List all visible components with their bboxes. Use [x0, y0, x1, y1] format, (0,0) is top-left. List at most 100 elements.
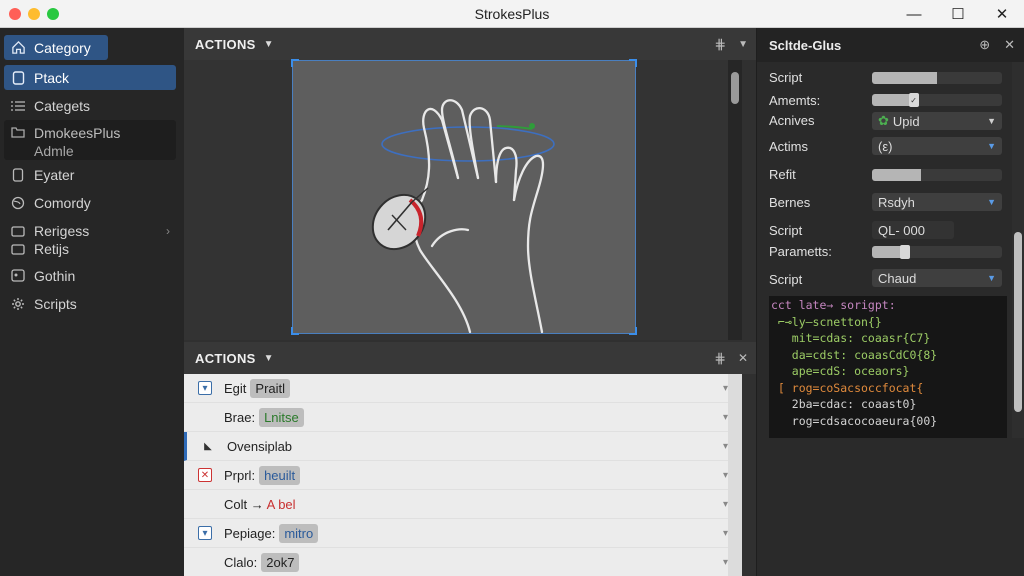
- sidebar-item-categets[interactable]: Categets: [4, 93, 176, 118]
- row-label: Ovensiplab: [227, 438, 293, 454]
- script-input[interactable]: QL- 000: [872, 221, 954, 239]
- actions-header-top: ACTIONS ▼ ⋕ ▼: [184, 28, 756, 60]
- row-value[interactable]: mitro: [279, 523, 319, 543]
- globe-icon: [10, 195, 26, 211]
- checkbox-icon[interactable]: ▾: [198, 526, 212, 540]
- checkbox-icon[interactable]: ▾: [198, 381, 212, 395]
- folder-icon: [10, 124, 26, 140]
- code-line: ⌐⊸ly—scnetton{}: [771, 314, 882, 329]
- sidebar-item-retijs[interactable]: Retijs: [4, 236, 176, 261]
- script-bar[interactable]: [872, 72, 1002, 84]
- code-line: cct late→ sorigpt:: [771, 298, 896, 312]
- input-value: QL- 000: [878, 222, 925, 238]
- list-item[interactable]: ✕ Prprl: heuilt ▾: [184, 461, 742, 490]
- square-icon: [10, 70, 26, 86]
- close-button[interactable]: ✕: [980, 0, 1024, 28]
- row-label: Egit: [224, 380, 247, 396]
- bernes-select[interactable]: Rsdyh ▼: [872, 193, 1002, 211]
- code-line: 2ba=cdac: coaast0}: [771, 397, 917, 411]
- actions-title[interactable]: ACTIONS: [184, 351, 256, 366]
- sidebar-item-label: Eyater: [34, 166, 75, 183]
- prop-label: Script: [769, 223, 803, 238]
- home-icon: [10, 40, 26, 56]
- properties-title: Scltde-Glus: [769, 37, 842, 53]
- sidebar-item-label: Retijs: [34, 240, 70, 257]
- prop-label: Parametts:: [769, 244, 832, 259]
- hand-gesture-illustration: [371, 99, 555, 334]
- code-line: ape=cdS: oceaors}: [771, 364, 910, 378]
- actions-list: ▾ Egit Praitl ▾ Brae: Lnitse ▾ ◣ Ovensipla…: [184, 374, 742, 576]
- caret-down-icon[interactable]: ▼: [264, 39, 274, 50]
- row-value[interactable]: A bel: [267, 497, 296, 512]
- script-editor[interactable]: cct late→ sorigpt: ⌐⊸ly—scnetton{} mit=c…: [769, 296, 1007, 438]
- amemts-slider[interactable]: ✓: [872, 93, 1002, 107]
- select-value: Rsdyh: [878, 194, 915, 210]
- maximize-button[interactable]: ☐: [936, 0, 980, 28]
- row-label: Brae:: [224, 409, 256, 425]
- dropdown-icon[interactable]: ▼: [738, 39, 748, 50]
- actions-header-bottom: ACTIONS ▼ ⋕ ✕: [184, 342, 756, 374]
- sidebar: Category Ptack Categets DmokeesPlus Adml…: [0, 28, 184, 576]
- settings-icon[interactable]: ⊕: [979, 37, 990, 53]
- row-label: Colt →: [224, 496, 264, 512]
- sidebar-item-scripts[interactable]: Scripts: [4, 291, 176, 316]
- sidebar-item-dmokeesplus[interactable]: DmokeesPlus Admle: [4, 120, 176, 160]
- code-line: [ rog=coSacsoccfocat{: [771, 380, 924, 395]
- row-value[interactable]: Praitl: [250, 378, 291, 398]
- list-item[interactable]: Clalo: 2ok7 ▾: [184, 548, 742, 576]
- pin-icon[interactable]: ⋕: [714, 350, 726, 367]
- row-value[interactable]: Lnitse: [259, 407, 304, 427]
- script-select[interactable]: Chaud ▼: [872, 269, 1002, 287]
- properties-scrollbar[interactable]: [1012, 62, 1024, 438]
- list-item[interactable]: ◣ Ovensiplab ▾: [184, 432, 742, 461]
- refit-bar[interactable]: [872, 169, 1002, 181]
- actims-select[interactable]: (ε) ▼: [872, 137, 1002, 155]
- row-value[interactable]: 2ok7: [261, 552, 300, 572]
- status-dot-icon: ✿: [878, 113, 889, 128]
- row-value[interactable]: heuilt: [259, 465, 301, 485]
- chevron-down-icon: ▼: [987, 141, 996, 151]
- prop-label: Script: [769, 70, 803, 85]
- pin-icon[interactable]: ⋕: [714, 36, 726, 53]
- list-scrollbar[interactable]: [728, 374, 742, 576]
- window-controls: — ☐ ✕: [892, 0, 1024, 28]
- list-item[interactable]: ▾ Pepiage: mitro ▾: [184, 519, 742, 548]
- chevron-down-icon: ▼: [987, 197, 996, 207]
- gesture-preview: [291, 59, 637, 335]
- list-item[interactable]: Colt → A bel ▾: [184, 490, 742, 519]
- list-item[interactable]: ▾ Egit Praitl ▾: [184, 374, 742, 403]
- sidebar-item-label: Scripts: [34, 295, 77, 312]
- sidebar-item-gothin[interactable]: Gothin: [4, 263, 176, 288]
- sidebar-item-category[interactable]: Category: [4, 35, 108, 60]
- prop-label: Bernes: [769, 195, 811, 210]
- gesture-canvas-area: [184, 59, 742, 340]
- sidebar-item-eyater[interactable]: Eyater: [4, 162, 176, 187]
- x-checkbox-icon[interactable]: ✕: [198, 468, 212, 482]
- sidebar-item-sublabel: Admle: [34, 143, 74, 159]
- sidebar-item-comordy[interactable]: Comordy: [4, 190, 176, 215]
- list-item[interactable]: Brae: Lnitse ▾: [184, 403, 742, 432]
- code-line: da=cdst: coaasCdC0{8}: [771, 347, 938, 362]
- actions-title[interactable]: ACTIONS: [184, 37, 256, 52]
- center-panel: ACTIONS ▼ ⋕ ▼ ACTIONS ▼ ⋕ ✕ ▾ Egit Prait…: [184, 28, 756, 576]
- parametts-slider[interactable]: [872, 245, 1002, 259]
- sidebar-item-label: Gothin: [34, 267, 76, 284]
- cursor-icon: ◣: [204, 440, 212, 452]
- list-icon: [10, 98, 26, 114]
- sidebar-item-ptack[interactable]: Ptack: [4, 65, 176, 90]
- window-title: StrokesPlus: [474, 6, 550, 22]
- prop-label: Actims: [769, 139, 808, 154]
- caret-down-icon[interactable]: ▼: [264, 353, 274, 364]
- row-label: Clalo:: [224, 554, 258, 570]
- canvas-scrollbar[interactable]: [728, 60, 742, 340]
- properties-header: Scltde-Glus ⊕ ✕: [757, 28, 1024, 62]
- sidebar-item-label: Ptack: [34, 69, 70, 86]
- code-line: mit=cdas: coaasr{C7}: [771, 331, 931, 345]
- close-icon[interactable]: ✕: [738, 351, 748, 365]
- minimize-button[interactable]: —: [892, 0, 936, 28]
- acnives-select[interactable]: ✿ Upid ▼: [872, 112, 1002, 130]
- chevron-down-icon: ▼: [987, 116, 996, 126]
- close-icon[interactable]: ✕: [1004, 37, 1015, 53]
- prop-label: Amemts:: [769, 93, 821, 108]
- prop-label: Acnives: [769, 113, 815, 128]
